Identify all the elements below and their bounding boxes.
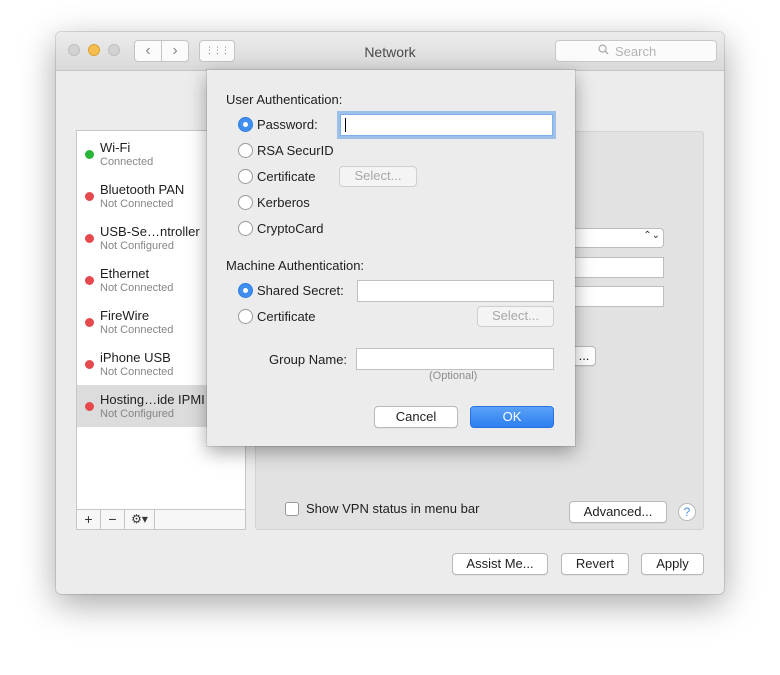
config-popup[interactable]: ⌃⌄ bbox=[572, 228, 664, 248]
chevron-updown-icon: ⌃⌄ bbox=[643, 230, 660, 241]
machine-authentication-label: Machine Authentication: bbox=[226, 258, 365, 273]
action-menu-button[interactable]: ⚙▾ bbox=[125, 510, 155, 529]
revert-button[interactable]: Revert bbox=[561, 553, 629, 575]
group-name-label: Group Name: bbox=[269, 352, 348, 367]
service-status: Not Connected bbox=[100, 366, 174, 378]
shared-secret-input[interactable] bbox=[357, 280, 554, 302]
remove-service-button[interactable]: − bbox=[101, 510, 125, 529]
machine-certificate-select-button[interactable]: Select... bbox=[477, 306, 554, 327]
show-vpn-status-checkbox[interactable] bbox=[285, 502, 299, 516]
user-certificate-label: Certificate bbox=[257, 169, 316, 184]
server-address-field[interactable] bbox=[572, 257, 664, 278]
text-cursor bbox=[345, 118, 346, 132]
ok-button[interactable]: OK bbox=[470, 406, 554, 428]
group-name-optional-hint: (Optional) bbox=[429, 370, 478, 382]
service-status: Not Connected bbox=[100, 282, 174, 294]
service-status: Not Connected bbox=[100, 198, 174, 210]
service-status: Not Configured bbox=[100, 240, 174, 252]
service-name: FireWire bbox=[100, 308, 150, 323]
service-status: Not Configured bbox=[100, 408, 174, 420]
group-name-input[interactable] bbox=[356, 348, 554, 370]
authentication-settings-sheet: User Authentication: Password: RSA Secur… bbox=[207, 70, 575, 446]
cancel-button[interactable]: Cancel bbox=[374, 406, 458, 428]
apply-button[interactable]: Apply bbox=[641, 553, 704, 575]
status-dot bbox=[85, 150, 94, 159]
account-name-field[interactable] bbox=[572, 286, 664, 307]
status-dot bbox=[85, 234, 94, 243]
add-service-button[interactable]: + bbox=[77, 510, 101, 529]
assist-me-button[interactable]: Assist Me... bbox=[452, 553, 548, 575]
status-dot bbox=[85, 360, 94, 369]
kerberos-label: Kerberos bbox=[257, 195, 310, 210]
search-placeholder: Search bbox=[615, 44, 657, 59]
password-radio[interactable] bbox=[238, 117, 253, 132]
gear-icon: ⚙▾ bbox=[131, 512, 148, 526]
rsa-securid-label: RSA SecurID bbox=[257, 143, 334, 158]
service-status: Connected bbox=[100, 156, 154, 168]
show-vpn-status-label: Show VPN status in menu bar bbox=[306, 501, 480, 516]
machine-certificate-label: Certificate bbox=[257, 309, 316, 324]
status-dot bbox=[85, 276, 94, 285]
status-dot bbox=[85, 192, 94, 201]
service-name: Bluetooth PAN bbox=[100, 182, 185, 197]
shared-secret-label: Shared Secret: bbox=[257, 283, 344, 298]
cryptocard-label: CryptoCard bbox=[257, 221, 324, 236]
plus-icon: + bbox=[84, 511, 93, 527]
service-status: Not Connected bbox=[100, 324, 174, 336]
title-bar: ‹ › ⋮⋮⋮ Network Search bbox=[56, 32, 724, 71]
user-authentication-label: User Authentication: bbox=[226, 92, 343, 107]
service-name: Wi-Fi bbox=[100, 140, 131, 155]
service-name: USB-Se…ntroller bbox=[100, 224, 200, 239]
minus-icon: − bbox=[108, 511, 117, 527]
shared-secret-radio[interactable] bbox=[238, 283, 253, 298]
cryptocard-radio[interactable] bbox=[238, 221, 253, 236]
user-certificate-select-button[interactable]: Select... bbox=[339, 166, 417, 187]
status-dot bbox=[85, 318, 94, 327]
search-icon bbox=[598, 44, 609, 55]
service-name: Hosting…ide IPMI bbox=[100, 392, 205, 407]
status-dot bbox=[85, 402, 94, 411]
search-field[interactable]: Search bbox=[555, 40, 717, 62]
rsa-securid-radio[interactable] bbox=[238, 143, 253, 158]
service-name: iPhone USB bbox=[100, 350, 171, 365]
machine-certificate-radio[interactable] bbox=[238, 309, 253, 324]
user-certificate-radio[interactable] bbox=[238, 169, 253, 184]
kerberos-radio[interactable] bbox=[238, 195, 253, 210]
authentication-settings-button[interactable]: ... bbox=[572, 346, 596, 366]
help-button[interactable]: ? bbox=[678, 503, 696, 521]
service-list-toolbar: + − ⚙▾ bbox=[77, 509, 245, 529]
password-option-label: Password: bbox=[257, 117, 318, 132]
service-name: Ethernet bbox=[100, 266, 150, 281]
password-input[interactable] bbox=[340, 114, 553, 136]
advanced-button[interactable]: Advanced... bbox=[569, 501, 667, 523]
